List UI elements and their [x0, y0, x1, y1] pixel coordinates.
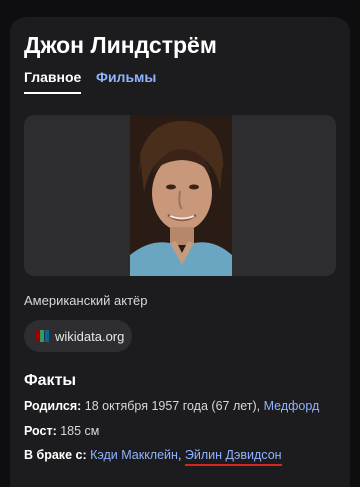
portrait-image [130, 115, 232, 276]
fact-height: Рост: 185 см [24, 424, 99, 438]
photo-area [24, 115, 336, 276]
fact-born-label: Родился: [24, 399, 82, 413]
spouse-link-2[interactable]: Эйлин Дэвидсон [184, 448, 282, 466]
birthplace-link[interactable]: Медфорд [264, 399, 320, 413]
spouse-link-1[interactable]: Кэди Макклейн [90, 448, 178, 462]
tab-main[interactable]: Главное [24, 69, 82, 94]
tab-films[interactable]: Фильмы [96, 69, 156, 92]
fact-spouse-label: В браке с: [24, 448, 87, 462]
fact-height-label: Рост: [24, 424, 57, 438]
fact-born: Родился: 18 октября 1957 года (67 лет), … [24, 399, 319, 413]
wikidata-icon [36, 330, 49, 342]
person-photo[interactable] [130, 115, 232, 276]
wikidata-label: wikidata.org [55, 328, 125, 344]
person-description: Американский актёр [24, 293, 148, 308]
spouse-separator: , [177, 448, 182, 462]
person-name: Джон Линдстрём [24, 32, 217, 58]
fact-spouse: В браке с: Кэди Макклейн, Эйлин Дэвидсон [24, 448, 282, 466]
wikidata-source-chip[interactable]: wikidata.org [24, 320, 132, 352]
fact-height-value: 185 см [60, 424, 100, 438]
facts-heading: Факты [24, 372, 77, 389]
fact-born-value: 18 октября 1957 года (67 лет), [84, 399, 261, 413]
